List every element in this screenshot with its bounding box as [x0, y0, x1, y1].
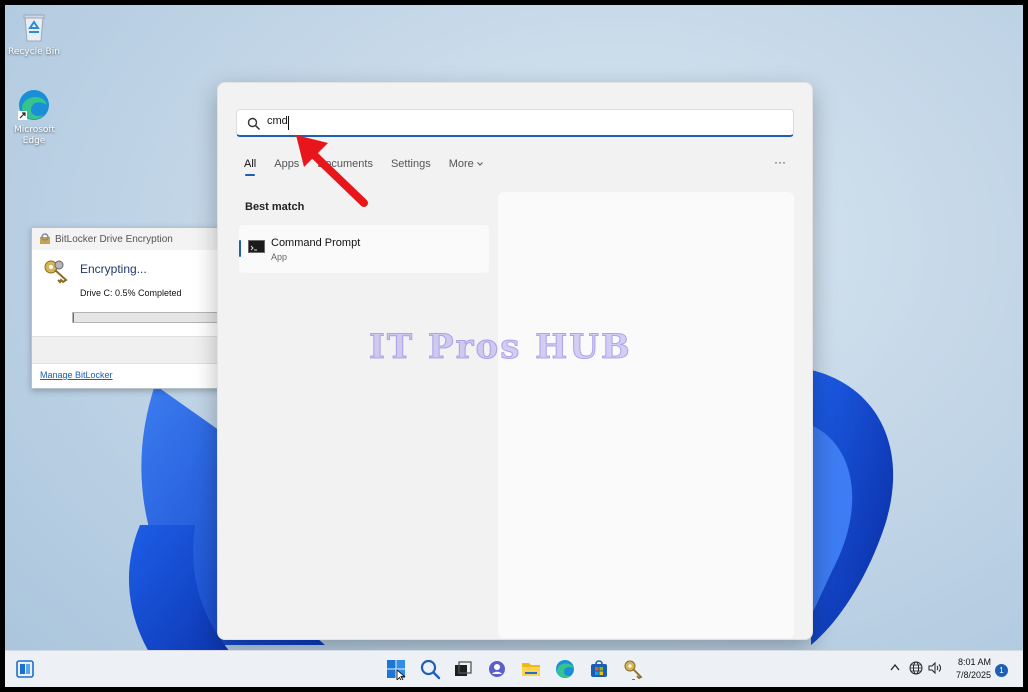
tab-all[interactable]: All — [244, 158, 256, 176]
search-filter-tabs: All Apps Documents Settings More — [244, 158, 501, 176]
bitlocker-button-area — [32, 336, 222, 364]
red-arrow-annotation — [296, 135, 368, 207]
selection-indicator — [239, 240, 241, 257]
search-icon — [247, 117, 261, 131]
tab-settings[interactable]: Settings — [391, 158, 431, 176]
manage-bitlocker-link[interactable]: Manage BitLocker — [40, 370, 113, 380]
chat-icon[interactable] — [486, 658, 508, 680]
chevron-down-icon — [476, 162, 483, 166]
file-explorer-icon[interactable] — [520, 658, 542, 680]
edge-icon — [16, 87, 52, 123]
bitlocker-titlebar[interactable]: BitLocker Drive Encryption — [32, 228, 222, 250]
clock-time: 8:01 AM — [957, 657, 991, 667]
search-icon[interactable] — [419, 658, 441, 680]
bitlocker-heading: Encrypting... — [80, 262, 147, 276]
encryption-progress-bar — [72, 312, 222, 323]
result-type: App — [271, 252, 288, 262]
tab-more[interactable]: More — [449, 158, 483, 176]
bitlocker-icon — [40, 233, 50, 244]
desktop-icon-recycle-bin[interactable]: Recycle Bin — [5, 9, 69, 58]
bitlocker-title: BitLocker Drive Encryption — [55, 233, 173, 245]
store-icon[interactable] — [588, 658, 610, 680]
desktop: Recycle Bin Microsoft Edge BitLocker Dri… — [5, 5, 1023, 687]
watermark: IT Pros HUB — [369, 327, 632, 368]
system-clock[interactable]: 8:01 AM 7/8/2025 — [951, 656, 991, 682]
keys-icon — [44, 260, 68, 284]
best-match-result[interactable]: Command Prompt App — [239, 225, 489, 273]
bitlocker-status: Drive C: 0.5% Completed — [80, 288, 182, 298]
start-icon[interactable] — [385, 658, 407, 680]
clock-date: 7/8/2025 — [955, 670, 991, 680]
command-prompt-icon — [248, 240, 265, 253]
desktop-icon-label: Recycle Bin — [8, 47, 60, 57]
task-view-icon[interactable] — [452, 658, 474, 680]
edge-icon[interactable] — [554, 658, 576, 680]
chevron-up-icon[interactable] — [890, 663, 900, 671]
result-preview-pane — [498, 192, 794, 638]
tab-more-label: More — [448, 158, 474, 170]
progress-fill — [73, 313, 75, 322]
text-caret — [288, 116, 289, 130]
widgets-icon[interactable] — [16, 660, 34, 678]
search-input[interactable] — [267, 115, 767, 127]
result-name: Command Prompt — [271, 237, 361, 249]
bitlocker-icon[interactable] — [622, 658, 644, 680]
desktop-icon-label: Microsoft Edge — [14, 125, 55, 146]
taskbar: 8:01 AM 7/8/2025 1 — [5, 650, 1023, 687]
bitlocker-window: BitLocker Drive Encryption Encrypting...… — [31, 227, 223, 389]
volume-icon[interactable] — [928, 661, 942, 675]
notification-badge[interactable]: 1 — [995, 664, 1008, 677]
more-options-button[interactable]: ··· — [774, 155, 786, 169]
network-globe-icon[interactable] — [909, 661, 923, 675]
desktop-icon-edge[interactable]: Microsoft Edge — [5, 87, 69, 147]
recycle-bin-icon — [16, 9, 52, 45]
